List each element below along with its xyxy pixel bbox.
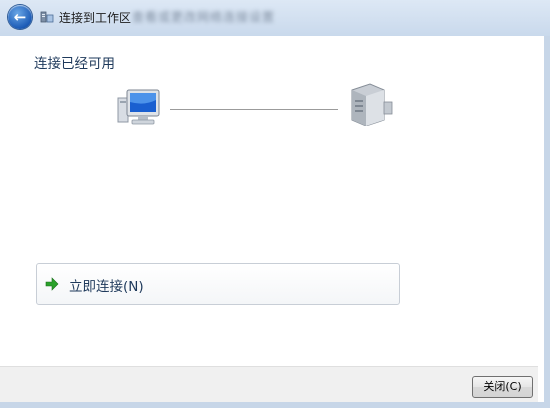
connect-now-button[interactable]: 立即连接(N) bbox=[36, 263, 400, 305]
page-heading: 连接已经可用 bbox=[34, 56, 115, 72]
connection-line bbox=[170, 109, 338, 110]
computer-icon bbox=[117, 89, 160, 125]
back-arrow-icon: ← bbox=[13, 8, 27, 26]
back-button[interactable]: ← bbox=[8, 5, 32, 29]
network-workplace-icon bbox=[40, 11, 54, 23]
green-arrow-icon bbox=[45, 277, 59, 291]
connect-now-label: 立即连接(N) bbox=[69, 279, 144, 295]
server-icon bbox=[351, 83, 393, 126]
title-bar: ← 连接到工作区 查看或更改网络连接设置 bbox=[0, 0, 550, 36]
blurred-address-text: 查看或更改网络连接设置 bbox=[132, 10, 276, 24]
close-button[interactable]: 关闭(C) bbox=[472, 376, 533, 398]
dialog-footer: 关闭(C) bbox=[0, 366, 538, 402]
content-area: 连接已经可用 立即连接(N) bbox=[0, 36, 538, 366]
window-title: 连接到工作区 bbox=[59, 11, 132, 25]
